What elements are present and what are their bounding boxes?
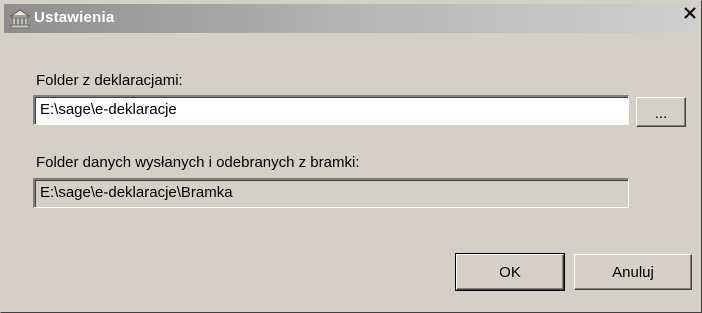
browse-button-label: ... xyxy=(654,104,668,122)
title-bar[interactable]: Ustawienia xyxy=(4,4,698,33)
settings-dialog: Ustawienia Folder z deklaracjami: E:\sag… xyxy=(0,0,702,313)
browse-button[interactable]: ... xyxy=(636,97,686,127)
close-icon xyxy=(683,6,697,25)
gateway-folder-label: Folder danych wysłanych i odebranych z b… xyxy=(36,154,360,171)
ok-button-label: OK xyxy=(499,263,521,281)
ok-button[interactable]: OK xyxy=(455,253,565,291)
close-button[interactable] xyxy=(679,4,701,26)
cancel-button-label: Anuluj xyxy=(612,263,654,281)
declarations-folder-input[interactable]: E:\sage\e-deklaracje xyxy=(33,95,629,125)
cancel-button[interactable]: Anuluj xyxy=(574,254,692,290)
window-title: Ustawienia xyxy=(34,9,115,26)
gateway-folder-field: E:\sage\e-deklaracje\Bramka xyxy=(33,178,629,208)
declarations-folder-label: Folder z deklaracjami: xyxy=(36,72,183,89)
settings-building-icon xyxy=(9,9,31,29)
